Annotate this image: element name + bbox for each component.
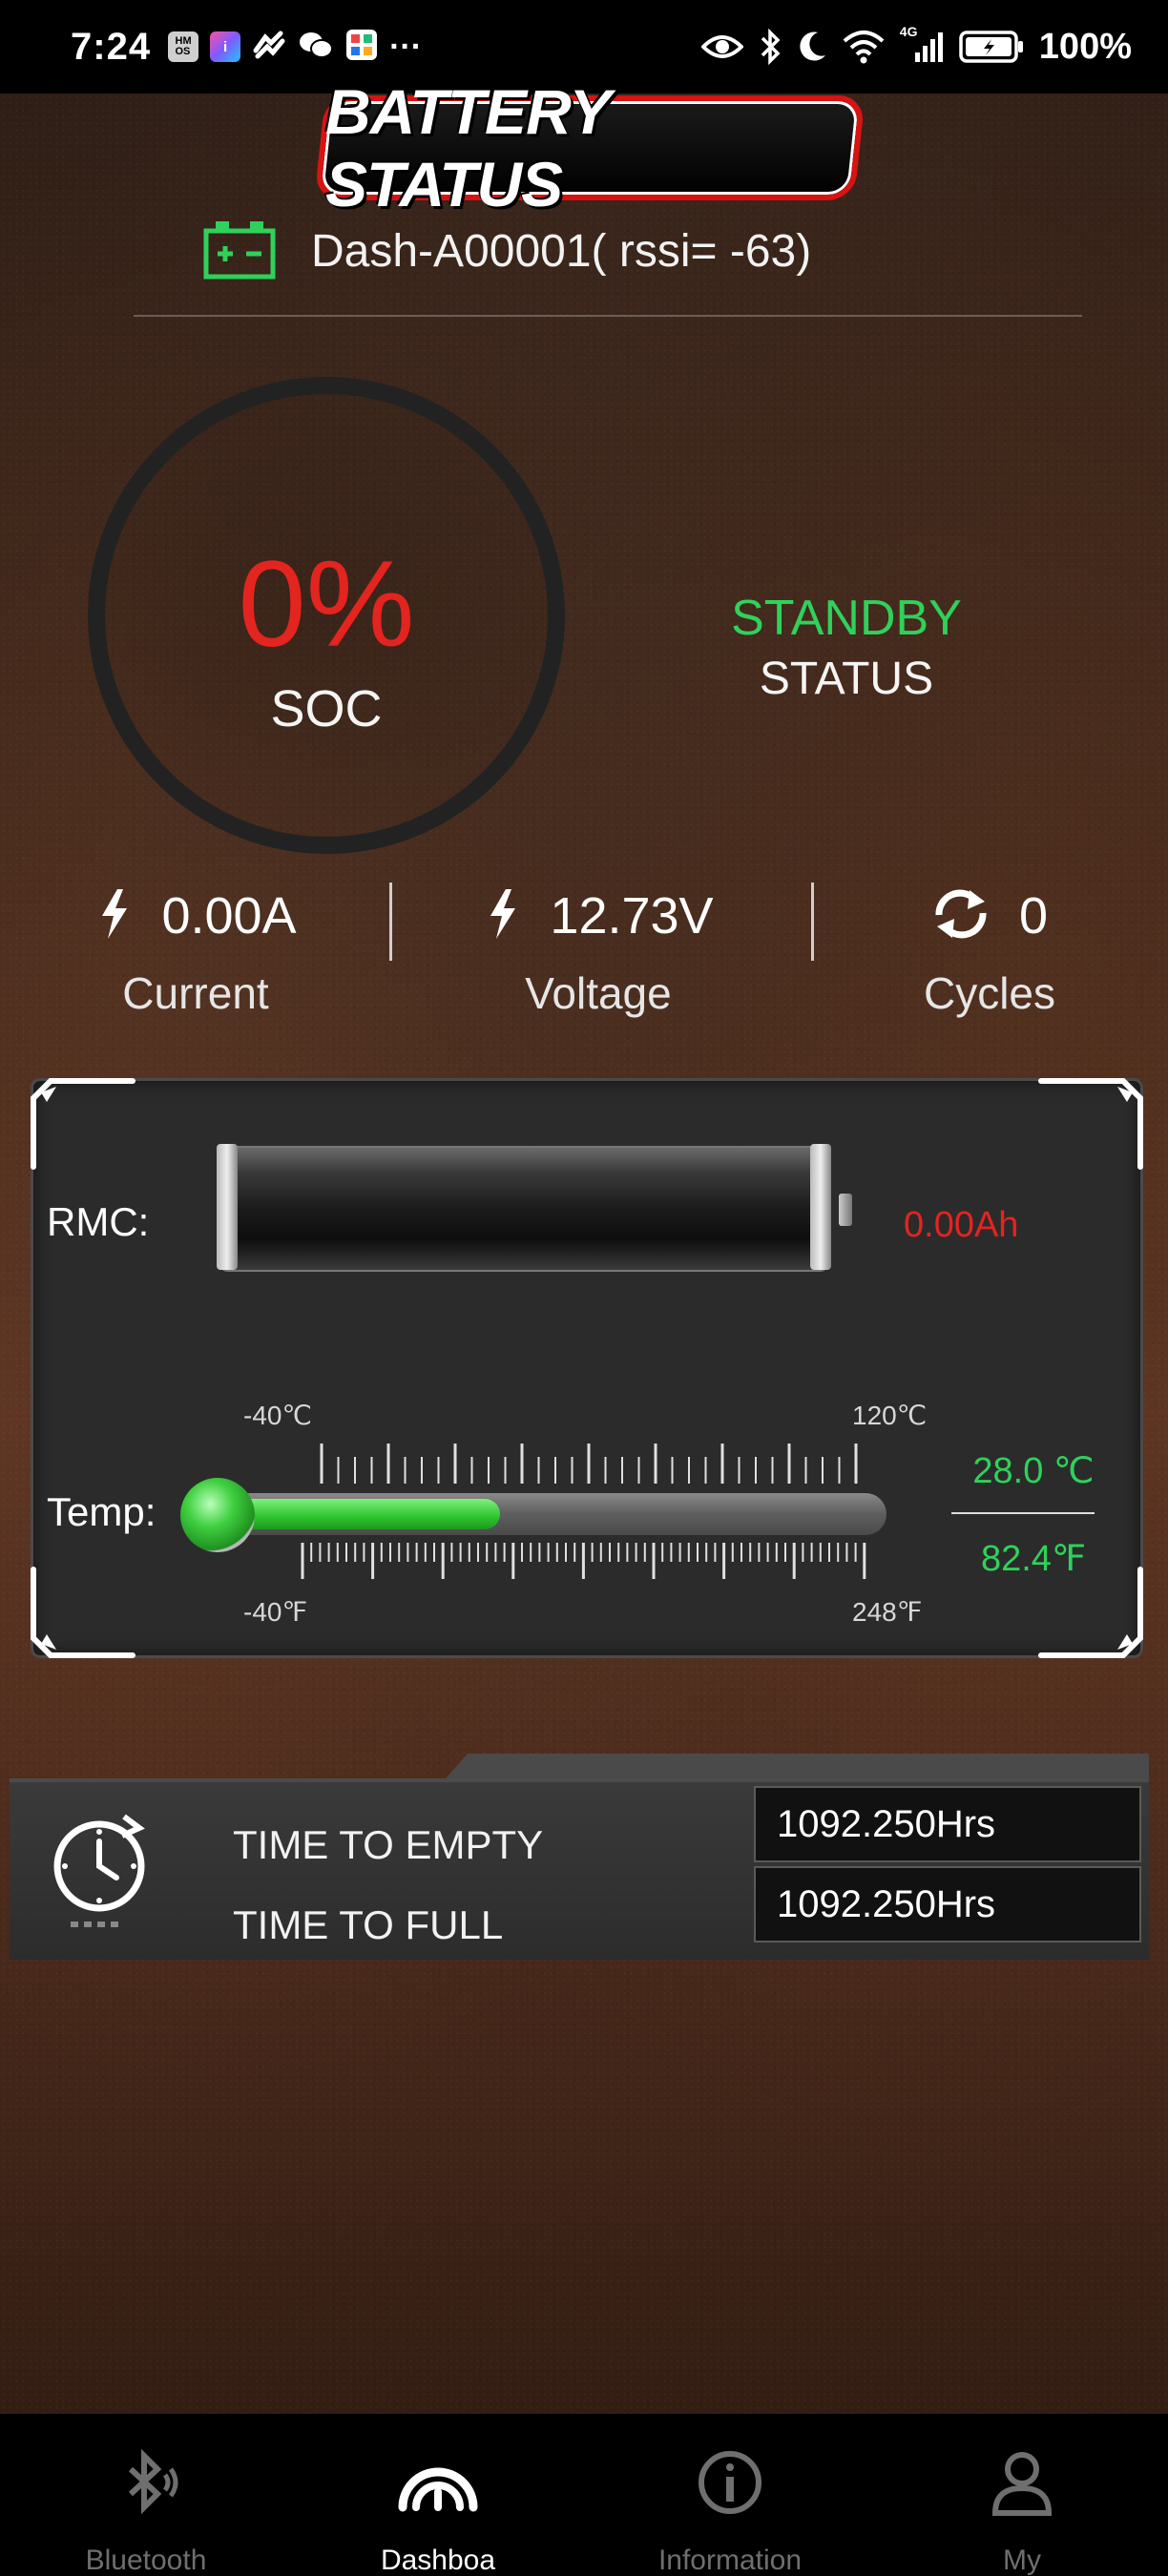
nav-label-bluetooth: Bluetooth	[85, 2545, 207, 2576]
grid-app-icon	[345, 29, 378, 66]
status-time: 7:24	[71, 25, 152, 68]
bottom-nav: Bluetooth Dashboa Information My	[0, 2414, 1168, 2576]
metric-divider	[389, 883, 392, 961]
time-to-empty-value: 1092.250Hrs	[754, 1786, 1141, 1862]
refresh-icon	[931, 888, 991, 944]
metric-current: 0.00A Current	[0, 878, 391, 1030]
nav-label-information: Information	[657, 2545, 803, 2576]
nav-item-dashboard[interactable]: Dashboa	[292, 2414, 584, 2576]
metric-cycles: 0 Cycles	[794, 878, 1168, 1030]
nav-label-dashboard: Dashboa	[380, 2545, 496, 2576]
soc-label: SOC	[270, 680, 383, 737]
user-icon	[988, 2448, 1056, 2522]
temp-divider	[951, 1512, 1095, 1514]
temp-celsius: 28.0 ℃	[972, 1451, 1095, 1491]
scale-celsius-min: -40℃	[243, 1401, 312, 1430]
panel-corner-top-left	[28, 1075, 142, 1171]
thermometer-bulb	[180, 1478, 255, 1552]
clock-icon	[44, 1809, 158, 1933]
temp-label: Temp:	[47, 1489, 156, 1534]
status-label: STATUS	[759, 654, 934, 704]
moon-icon	[797, 31, 827, 63]
info-icon	[696, 2448, 764, 2522]
wechat-icon	[298, 30, 334, 65]
nav-item-my[interactable]: My	[876, 2414, 1168, 2576]
cycles-value: 0	[1018, 887, 1049, 945]
more-icon: ···	[389, 28, 423, 65]
panel-corner-bottom-right	[1032, 1566, 1146, 1661]
bluetooth-icon	[108, 2448, 184, 2522]
device-row: Dash-A00001( rssi= -63)	[202, 218, 811, 284]
header-divider	[134, 315, 1082, 317]
rmc-battery-bar	[217, 1144, 852, 1272]
panel-corner-bottom-left	[28, 1566, 142, 1661]
time-panel: TIME TO EMPTY TIME TO FULL 1092.250Hrs 1…	[10, 1754, 1149, 1960]
nav-item-information[interactable]: Information	[584, 2414, 876, 2576]
current-value: 0.00A	[161, 887, 297, 945]
lightning-icon	[483, 887, 521, 945]
signal-4g-icon: 4G	[900, 24, 944, 64]
lightning-icon	[94, 887, 133, 945]
battery-detail-panel: RMC: 0.00Ah -40℃ 120℃ -40℉ 248℉ Temp: 28…	[31, 1078, 1143, 1658]
page-title-badge: BATTERY STATUS	[314, 76, 866, 219]
device-name: Dash-A00001( rssi= -63)	[311, 225, 812, 277]
eye-icon	[700, 31, 743, 62]
scale-fahrenheit-max: 248℉	[852, 1597, 923, 1627]
time-to-full-label: TIME TO FULL	[233, 1902, 504, 1947]
battery-device-icon	[202, 218, 277, 284]
voltage-label: Voltage	[525, 968, 672, 1018]
app-icon: i	[210, 31, 241, 62]
voltage-value: 12.73V	[550, 887, 714, 945]
link-icon	[252, 30, 286, 65]
battery-percent: 100%	[1038, 26, 1132, 67]
current-label: Current	[122, 968, 269, 1018]
status-value: STANDBY	[731, 591, 962, 646]
thermometer-track	[196, 1493, 886, 1535]
cycles-label: Cycles	[923, 968, 1056, 1018]
rmc-value: 0.00Ah	[904, 1205, 1019, 1245]
scale-celsius-max: 120℃	[852, 1401, 928, 1430]
soc-value: 0%	[238, 536, 415, 673]
wifi-icon	[843, 30, 885, 64]
dashboard-icon	[395, 2448, 481, 2522]
rmc-label: RMC:	[47, 1199, 150, 1244]
thermometer-fill	[222, 1499, 500, 1529]
nav-label-my: My	[1003, 2545, 1041, 2576]
page-title: BATTERY STATUS	[325, 76, 610, 219]
battery-icon	[959, 30, 1024, 64]
time-to-empty-label: TIME TO EMPTY	[233, 1822, 544, 1867]
temp-fahrenheit: 82.4℉	[980, 1539, 1087, 1579]
hmos-icon: HM OS	[168, 31, 199, 62]
panel-corner-top-right	[1032, 1075, 1146, 1171]
scale-fahrenheit-min: -40℉	[243, 1597, 308, 1627]
time-to-full-value: 1092.250Hrs	[754, 1866, 1141, 1942]
nav-item-bluetooth[interactable]: Bluetooth	[0, 2414, 292, 2576]
bluetooth-icon	[759, 29, 782, 65]
metric-voltage: 12.73V Voltage	[403, 878, 794, 1030]
